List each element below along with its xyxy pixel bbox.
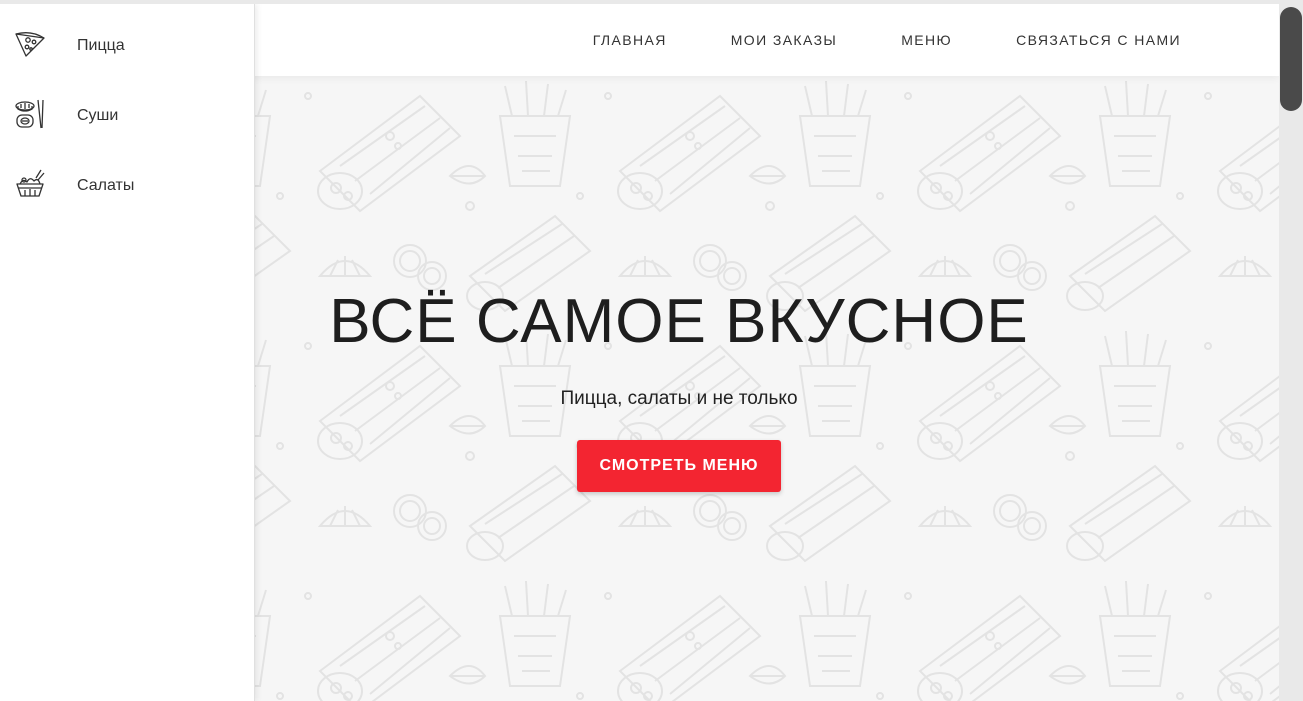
top-border — [0, 0, 1303, 4]
sidebar-item-label: Пицца — [77, 37, 125, 54]
nav-my-orders[interactable]: МОИ ЗАКАЗЫ — [731, 32, 837, 48]
nav-menu[interactable]: МЕНЮ — [901, 32, 952, 48]
sidebar-item-label: Салаты — [77, 177, 135, 194]
hero-title: ВСЁ САМОЕ ВКУСНОЕ — [329, 287, 1029, 356]
page-scrollbar[interactable] — [1279, 4, 1303, 701]
scrollbar-thumb[interactable] — [1280, 7, 1302, 111]
hero-subtitle: Пицца, салаты и не только — [560, 388, 798, 409]
sushi-icon — [15, 99, 44, 129]
category-drawer: Пицца Суши Салаты — [0, 4, 255, 701]
sidebar-item-sushi[interactable]: Суши — [0, 78, 254, 138]
main-nav: ГЛАВНАЯ МОИ ЗАКАЗЫ МЕНЮ СВЯЗАТЬСЯ С НАМИ — [529, 32, 1181, 48]
nav-contact[interactable]: СВЯЗАТЬСЯ С НАМИ — [1016, 32, 1181, 48]
view-menu-button[interactable]: СМОТРЕТЬ МЕНЮ — [577, 440, 781, 492]
nav-home[interactable]: ГЛАВНАЯ — [593, 32, 667, 48]
sidebar-item-pizza[interactable]: Пицца — [0, 8, 254, 68]
hero-content: ВСЁ САМОЕ ВКУСНОЕ Пицца, салаты и не тол… — [255, 76, 1103, 701]
sidebar-item-label: Суши — [77, 107, 119, 124]
pizza-icon — [15, 32, 45, 57]
page: zza ГЛАВНАЯ МОИ ЗАКАЗЫ МЕНЮ СВЯЗАТЬСЯ С … — [0, 0, 1303, 701]
salad-icon — [16, 169, 45, 197]
sidebar-item-salads[interactable]: Салаты — [0, 148, 254, 208]
